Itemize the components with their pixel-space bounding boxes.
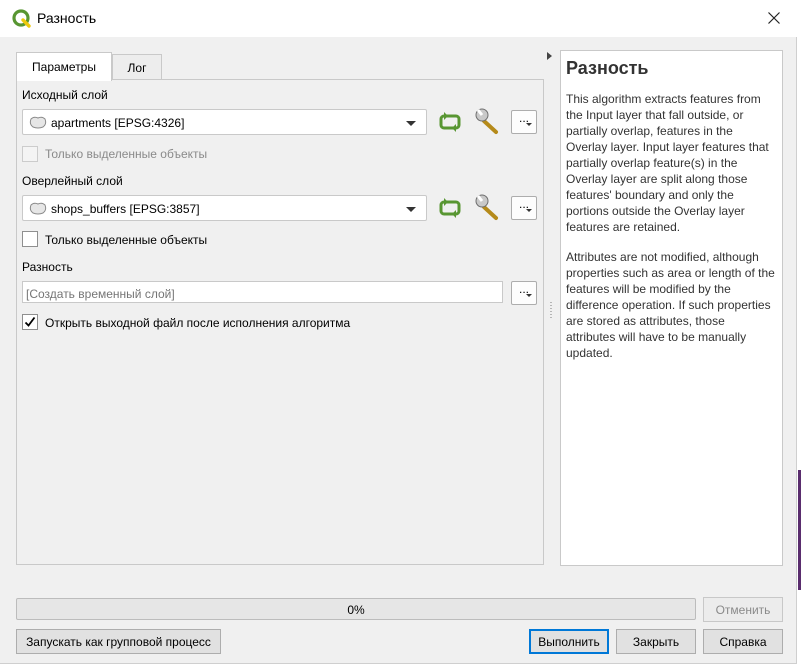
chevron-down-icon	[406, 207, 416, 212]
tab-log[interactable]: Лог	[112, 54, 162, 80]
parameters-panel: Исходный слой apartments [EPSG:4326] ...	[16, 79, 544, 565]
output-path-input[interactable]	[22, 281, 503, 303]
progress-bar: 0%	[16, 598, 696, 620]
polygon-layer-icon	[29, 202, 47, 215]
overlay-layer-options-button[interactable]: ...	[511, 196, 537, 220]
output-options-button[interactable]: ...	[511, 281, 537, 305]
help-paragraph: Attributes are not modified, although pr…	[566, 250, 775, 360]
chevron-down-icon	[406, 121, 416, 126]
input-layer-value: apartments [EPSG:4326]	[51, 116, 185, 130]
close-icon	[768, 12, 780, 24]
input-selected-only-label: Только выделенные объекты	[45, 147, 208, 161]
checkmark-icon	[24, 316, 36, 327]
close-button[interactable]: Закрыть	[616, 629, 696, 654]
run-button[interactable]: Выполнить	[529, 629, 609, 654]
qgis-logo-icon	[12, 9, 31, 28]
input-iterate-button[interactable]	[437, 109, 463, 135]
cancel-button[interactable]: Отменить	[703, 597, 783, 622]
help-paragraph: This algorithm extracts features from th…	[566, 92, 769, 234]
open-output-checkbox[interactable]	[22, 314, 38, 330]
help-panel: Разность This algorithm extracts feature…	[560, 50, 783, 566]
wrench-icon	[475, 194, 498, 220]
overlay-layer-value: shops_buffers [EPSG:3857]	[51, 202, 200, 216]
input-selected-only-checkbox[interactable]	[22, 146, 38, 162]
iterate-icon	[439, 112, 461, 132]
chevron-down-icon	[526, 209, 532, 212]
wrench-icon	[475, 108, 498, 134]
chevron-down-icon	[526, 123, 532, 126]
polygon-layer-icon	[29, 116, 47, 129]
output-label: Разность	[22, 260, 73, 274]
title-bar: Разность	[0, 0, 797, 37]
input-settings-button[interactable]	[474, 107, 500, 134]
dialog-window: Разность Параметры Лог Исходный слой apa…	[0, 0, 797, 664]
help-title: Разность	[566, 58, 649, 78]
input-layer-select[interactable]: apartments [EPSG:4326]	[22, 109, 427, 135]
run-as-batch-button[interactable]: Запускать как групповой процесс	[16, 629, 221, 654]
tab-parameters[interactable]: Параметры	[16, 52, 112, 81]
progress-text: 0%	[347, 603, 365, 617]
close-window-button[interactable]	[752, 3, 796, 33]
open-output-label: Открыть выходной файл после исполнения а…	[45, 316, 351, 330]
overlay-settings-button[interactable]	[474, 193, 500, 220]
input-layer-label: Исходный слой	[22, 88, 108, 102]
splitter-handle[interactable]	[550, 302, 552, 320]
overlay-selected-only-checkbox[interactable]	[22, 231, 38, 247]
window-title: Разность	[37, 10, 97, 26]
overlay-layer-label: Оверлейный слой	[22, 174, 123, 188]
overlay-layer-select[interactable]: shops_buffers [EPSG:3857]	[22, 195, 427, 221]
overlay-selected-only-label: Только выделенные объекты	[45, 233, 208, 247]
overlay-iterate-button[interactable]	[437, 195, 463, 221]
input-layer-options-button[interactable]: ...	[511, 110, 537, 134]
help-button[interactable]: Справка	[703, 629, 783, 654]
collapse-help-arrow-icon[interactable]	[547, 52, 552, 60]
chevron-down-icon	[526, 294, 532, 297]
iterate-icon	[439, 198, 461, 218]
